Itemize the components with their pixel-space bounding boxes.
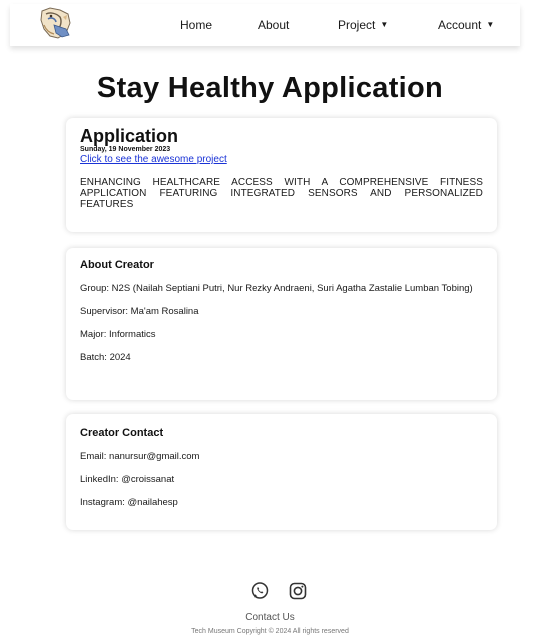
contact-linkedin: LinkedIn: @croissanat: [80, 474, 175, 485]
nav-home-label: Home: [180, 18, 213, 32]
nav-about-label: About: [258, 18, 290, 32]
copyright-text: Tech Museum Copyright © 2024 All rights …: [191, 628, 349, 635]
page: Home About Project ▼ Account ▼ Stay Heal…: [0, 0, 540, 640]
creator-contact-card: Creator Contact Email: nanursur@gmail.co…: [66, 414, 497, 530]
contact-us-link[interactable]: Contact Us: [0, 612, 540, 623]
about-creator-heading: About Creator: [80, 259, 154, 271]
instagram-icon[interactable]: [288, 581, 308, 601]
project-link[interactable]: Click to see the awesome project: [80, 154, 483, 166]
creator-contact-heading: Creator Contact: [80, 427, 164, 439]
application-description: ENHANCING HEALTHCARE ACCESS WITH A COMPR…: [80, 177, 483, 210]
application-title: Application: [80, 126, 178, 146]
creator-batch: Batch: 2024: [80, 352, 131, 363]
contact-instagram: Instagram: @nailahesp: [80, 497, 178, 508]
application-date: Sunday, 19 November 2023: [80, 146, 171, 153]
nav-project-dropdown[interactable]: Project ▼: [338, 18, 388, 32]
nav-project-label: Project: [338, 18, 376, 32]
nav-home-link[interactable]: Home: [180, 18, 212, 32]
contact-email: Email: nanursur@gmail.com: [80, 451, 200, 462]
caret-down-icon: ▼: [380, 20, 389, 29]
creator-group: Group: N2S (Nailah Septiani Putri, Nur R…: [80, 283, 473, 294]
creator-major: Major: Informatics: [80, 329, 156, 340]
application-card: Application Sunday, 19 November 2023 Cli…: [66, 118, 497, 232]
page-title: Stay Healthy Application: [96, 72, 444, 104]
nav-account-dropdown[interactable]: Account ▼: [438, 18, 494, 32]
about-creator-card: About Creator Group: N2S (Nailah Septian…: [66, 248, 497, 400]
creator-supervisor: Supervisor: Ma'am Rosalina: [80, 306, 199, 317]
nav-account-label: Account: [438, 18, 482, 32]
nav-about-link[interactable]: About: [258, 18, 289, 32]
navbar: Home About Project ▼ Account ▼: [10, 4, 520, 46]
mascot-logo-icon[interactable]: [36, 5, 76, 43]
whatsapp-icon[interactable]: [250, 581, 270, 601]
caret-down-icon: ▼: [486, 20, 495, 29]
